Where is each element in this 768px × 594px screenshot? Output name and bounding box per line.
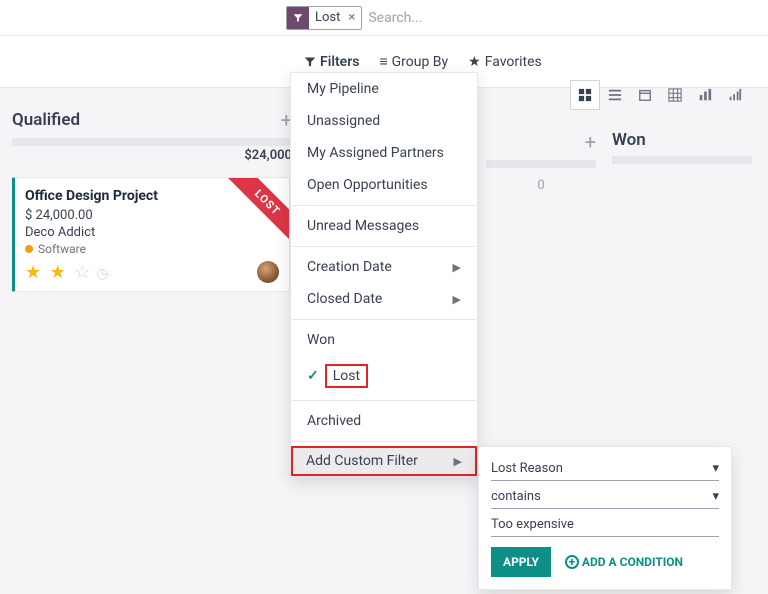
- filter-chip-lost[interactable]: Lost ×: [286, 6, 362, 30]
- list-icon: ≡: [379, 53, 387, 70]
- caret-down-icon: ▾: [712, 489, 719, 504]
- card-tag: Software: [25, 242, 279, 256]
- stage-title: Qualified: [12, 110, 80, 130]
- chip-label: Lost: [309, 10, 346, 25]
- filter-closed-date[interactable]: Closed Date▶: [291, 283, 477, 315]
- tab-label: Filters: [320, 54, 359, 70]
- card-amount: $ 24,000.00: [25, 208, 279, 223]
- view-switcher: [570, 80, 750, 110]
- add-condition-button[interactable]: +ADD A CONDITION: [565, 555, 683, 569]
- view-cohort-icon[interactable]: [720, 80, 750, 110]
- check-icon: ✓: [307, 368, 319, 384]
- chip-remove-icon[interactable]: ×: [346, 10, 361, 25]
- stage-amount: $24,000: [244, 148, 292, 163]
- caret-down-icon: ▾: [712, 461, 719, 476]
- chevron-right-icon: ▶: [454, 455, 462, 468]
- opportunity-card[interactable]: LOST Office Design Project $ 24,000.00 D…: [12, 177, 290, 292]
- tab-label: Favorites: [485, 54, 542, 70]
- search-bar: Lost × Search...: [0, 0, 768, 36]
- view-pivot-icon[interactable]: [660, 80, 690, 110]
- stage-mid: + 0: [486, 130, 596, 193]
- view-graph-icon[interactable]: [690, 80, 720, 110]
- stage-qualified: Qualified + $24,000 LOST Office Design P…: [12, 108, 292, 292]
- filter-unassigned[interactable]: Unassigned: [291, 105, 477, 137]
- tag-dot-icon: [25, 245, 33, 253]
- funnel-icon: [304, 56, 316, 68]
- stage-title: Won: [612, 130, 646, 150]
- stage-progress-bar: [486, 160, 596, 168]
- filter-field-select[interactable]: Lost Reason▾: [491, 457, 719, 481]
- filters-dropdown: My Pipeline Unassigned My Assigned Partn…: [290, 72, 478, 477]
- chevron-right-icon: ▶: [453, 293, 461, 306]
- view-calendar-icon[interactable]: [630, 80, 660, 110]
- funnel-icon: [287, 7, 309, 29]
- priority-stars[interactable]: ★ ★ ☆◷: [25, 262, 279, 283]
- filter-my-pipeline[interactable]: My Pipeline: [291, 73, 477, 105]
- stage-progress-bar: [612, 156, 752, 164]
- stage-won: Won: [612, 130, 752, 164]
- filter-open-opps[interactable]: Open Opportunities: [291, 169, 477, 201]
- custom-filter-panel: Lost Reason▾ contains▾ Too expensive APP…: [478, 446, 732, 590]
- chevron-right-icon: ▶: [453, 261, 461, 274]
- filter-creation-date[interactable]: Creation Date▶: [291, 251, 477, 283]
- view-kanban-icon[interactable]: [570, 80, 600, 110]
- filter-unread[interactable]: Unread Messages: [291, 210, 477, 242]
- view-list-icon[interactable]: [600, 80, 630, 110]
- filter-add-custom[interactable]: Add Custom Filter▶: [291, 446, 477, 476]
- plus-circle-icon: +: [565, 555, 579, 569]
- card-customer: Deco Addict: [25, 225, 279, 240]
- filter-operator-select[interactable]: contains▾: [491, 485, 719, 509]
- search-input[interactable]: Search...: [368, 10, 422, 26]
- filter-archived[interactable]: Archived: [291, 405, 477, 437]
- filter-value-input[interactable]: Too expensive: [491, 513, 719, 537]
- add-card-icon[interactable]: +: [585, 130, 596, 154]
- stage-progress-bar: [12, 138, 292, 146]
- stage-amount: 0: [486, 178, 596, 193]
- clock-icon: ◷: [96, 266, 110, 282]
- avatar[interactable]: [257, 261, 279, 283]
- filter-lost[interactable]: ✓Lost: [291, 356, 477, 396]
- star-icon: ★: [468, 54, 481, 70]
- apply-button[interactable]: APPLY: [491, 547, 551, 577]
- filter-my-partners[interactable]: My Assigned Partners: [291, 137, 477, 169]
- tab-label: Group By: [392, 54, 449, 70]
- filter-won[interactable]: Won: [291, 324, 477, 356]
